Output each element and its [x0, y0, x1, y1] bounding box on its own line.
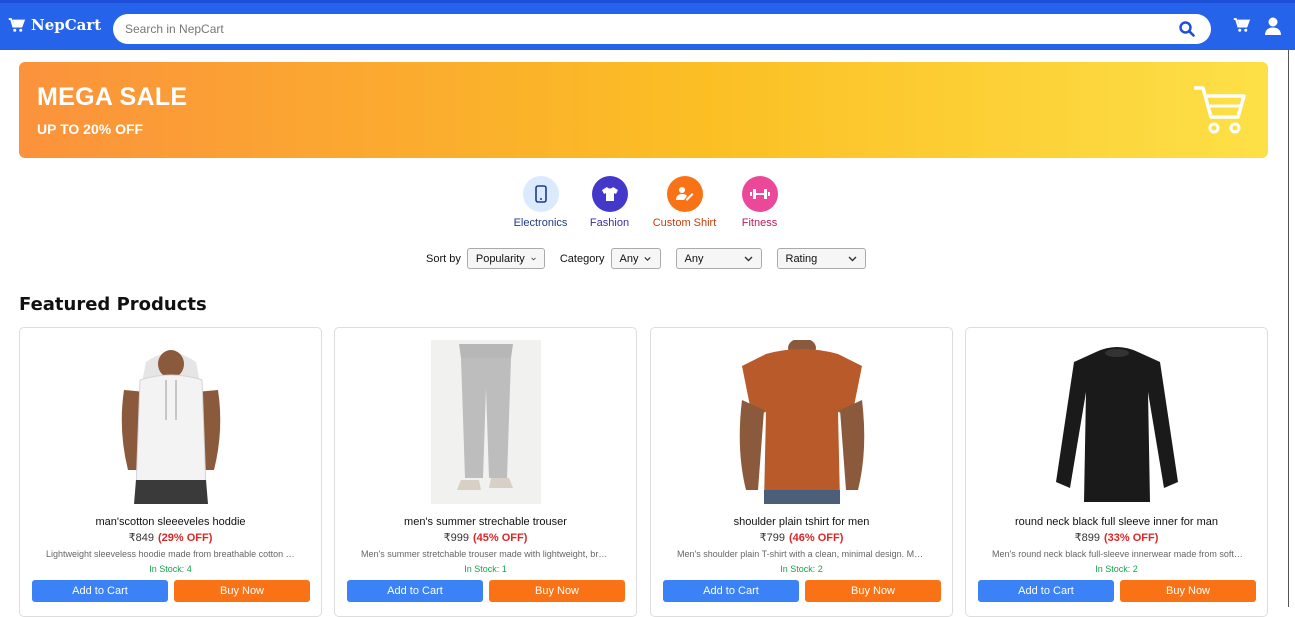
discount-badge: (29% OFF) — [157, 532, 213, 544]
section-title: Featured Products — [19, 294, 207, 315]
product-description: Men's round neck black full-sleeve inner… — [992, 549, 1243, 559]
phone-icon — [522, 176, 559, 212]
discount-badge: (45% OFF) — [472, 532, 528, 544]
category-electronics[interactable]: Electronics — [510, 176, 571, 229]
brand-name: NepCart — [31, 16, 102, 34]
sale-banner[interactable]: MEGA SALE UP TO 20% OFF — [19, 62, 1268, 158]
product-description: Men's shoulder plain T-shirt with a clea… — [677, 549, 928, 559]
buy-now-button[interactable]: Buy Now — [489, 580, 625, 602]
search-bar — [113, 14, 1211, 44]
product-name[interactable]: man'scotton sleeeveles hoddie — [20, 516, 321, 528]
product-price: ₹999 — [443, 532, 469, 544]
sort-value: Popularity — [475, 252, 525, 265]
stock-status: In Stock: 1 — [464, 564, 507, 574]
brand-logo[interactable]: NepCart — [8, 16, 101, 34]
edit-user-icon — [666, 176, 703, 212]
chevron-down-icon — [644, 256, 652, 261]
add-to-cart-button[interactable]: Add to Cart — [978, 580, 1114, 602]
cart-logo-icon — [8, 18, 26, 32]
banner-title: MEGA SALE — [37, 83, 188, 111]
tshirt-icon — [591, 176, 628, 212]
subcategory-value: Any — [684, 252, 704, 265]
product-name[interactable]: round neck black full sleeve inner for m… — [966, 516, 1267, 528]
scrollbar-edge — [1288, 50, 1295, 607]
rating-value: Rating — [785, 252, 818, 265]
product-grid: man'scotton sleeeveles hoddie ₹849 (29% O… — [19, 327, 1268, 617]
buy-now-button[interactable]: Buy Now — [805, 580, 941, 602]
add-to-cart-button[interactable]: Add to Cart — [347, 580, 483, 602]
category-fitness[interactable]: Fitness — [733, 176, 786, 229]
banner-subtitle: UP TO 20% OFF — [37, 121, 144, 137]
category-list: Electronics Fashion Custom Shirt Fitness — [510, 176, 796, 229]
discount-badge: (46% OFF) — [788, 532, 844, 544]
product-image-hoodie[interactable] — [106, 340, 236, 504]
chevron-down-icon — [744, 256, 752, 261]
add-to-cart-button[interactable]: Add to Cart — [32, 580, 168, 602]
stock-status: In Stock: 2 — [780, 564, 823, 574]
product-name[interactable]: shoulder plain tshirt for men — [651, 516, 952, 528]
price-row: ₹899 (33% OFF) — [966, 531, 1267, 544]
product-price: ₹849 — [128, 532, 154, 544]
product-card[interactable]: man'scotton sleeeveles hoddie ₹849 (29% O… — [19, 327, 322, 617]
category-label: Fashion — [589, 217, 630, 229]
category-filter-label: Category — [559, 252, 605, 265]
product-name[interactable]: men's summer strechable trouser — [335, 516, 636, 528]
top-navbar: NepCart — [0, 0, 1295, 50]
buy-now-button[interactable]: Buy Now — [1120, 580, 1256, 602]
product-description: Lightweight sleeveless hoodie made from … — [46, 549, 297, 559]
category-custom-shirt[interactable]: Custom Shirt — [646, 176, 723, 229]
search-input[interactable] — [113, 14, 1153, 44]
shopping-cart-icon — [1194, 86, 1246, 134]
category-label: Fitness — [741, 217, 778, 229]
stock-status: In Stock: 4 — [149, 564, 192, 574]
stock-status: In Stock: 2 — [1095, 564, 1138, 574]
cart-icon[interactable] — [1233, 17, 1251, 40]
product-description: Men's summer stretchable trouser made wi… — [361, 549, 612, 559]
user-icon[interactable] — [1265, 17, 1281, 40]
sort-label: Sort by — [426, 252, 461, 265]
category-label: Electronics — [513, 217, 568, 229]
product-card[interactable]: men's summer strechable trouser ₹999 (45%… — [334, 327, 637, 617]
rating-select[interactable]: Rating — [776, 248, 866, 269]
search-icon[interactable] — [1179, 21, 1195, 42]
dumbbell-icon — [741, 176, 778, 212]
product-image-trouser[interactable] — [430, 340, 541, 504]
chevron-down-icon — [848, 256, 856, 261]
buy-now-button[interactable]: Buy Now — [174, 580, 310, 602]
product-image-inner[interactable] — [1052, 340, 1182, 504]
add-to-cart-button[interactable]: Add to Cart — [663, 580, 799, 602]
category-label: Custom Shirt — [652, 217, 717, 229]
chevron-down-icon — [531, 257, 536, 260]
product-price: ₹799 — [759, 532, 785, 544]
product-price: ₹899 — [1074, 532, 1100, 544]
category-value: Any — [619, 252, 639, 265]
subcategory-select[interactable]: Any — [675, 248, 762, 269]
category-select[interactable]: Any — [610, 248, 661, 269]
filter-bar: Sort by Popularity Category Any Any Rati… — [426, 248, 881, 269]
product-image-tshirt[interactable] — [722, 340, 882, 504]
category-fashion[interactable]: Fashion — [583, 176, 636, 229]
sort-select[interactable]: Popularity — [466, 248, 545, 269]
product-card[interactable]: round neck black full sleeve inner for m… — [965, 327, 1268, 617]
price-row: ₹799 (46% OFF) — [651, 531, 952, 544]
price-row: ₹999 (45% OFF) — [335, 531, 636, 544]
product-card[interactable]: shoulder plain tshirt for men ₹799 (46% O… — [650, 327, 953, 617]
discount-badge: (33% OFF) — [1103, 532, 1159, 544]
price-row: ₹849 (29% OFF) — [20, 531, 321, 544]
